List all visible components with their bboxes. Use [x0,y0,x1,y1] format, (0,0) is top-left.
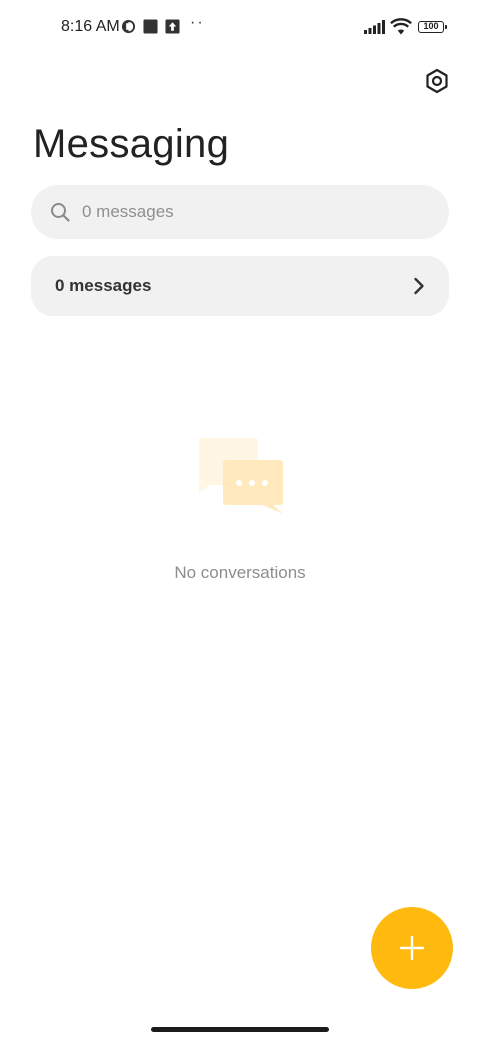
empty-state-text: No conversations [174,563,306,582]
notification-app-icon [121,19,136,34]
plus-icon [399,935,425,961]
battery-icon: 100 [418,21,447,33]
wifi-icon [390,18,412,35]
square-notification-icon [143,19,158,34]
settings-hexagon-icon [426,68,448,94]
chat-bubbles-icon [199,438,283,514]
messages-row[interactable]: 0 messages [31,256,449,316]
upload-notification-icon [165,19,180,34]
more-notifications-icon: ·· [190,14,205,31]
signal-icon [364,20,385,34]
search-bar[interactable] [31,185,449,239]
new-conversation-button[interactable] [371,907,453,989]
status-bar: 8:16 AM ·· 100 [0,0,480,56]
messages-row-label: 0 messages [55,276,152,295]
chevron-right-icon [414,277,424,295]
messaging-screen: 8:16 AM ·· 100 Messaging 0 messages 0 me… [0,0,480,1040]
search-icon [51,203,70,222]
home-indicator[interactable] [151,1027,329,1032]
settings-button[interactable] [420,64,454,98]
status-time: 8:16 AM [61,18,120,35]
search-input[interactable] [82,185,422,239]
page-title: Messaging [33,122,230,166]
